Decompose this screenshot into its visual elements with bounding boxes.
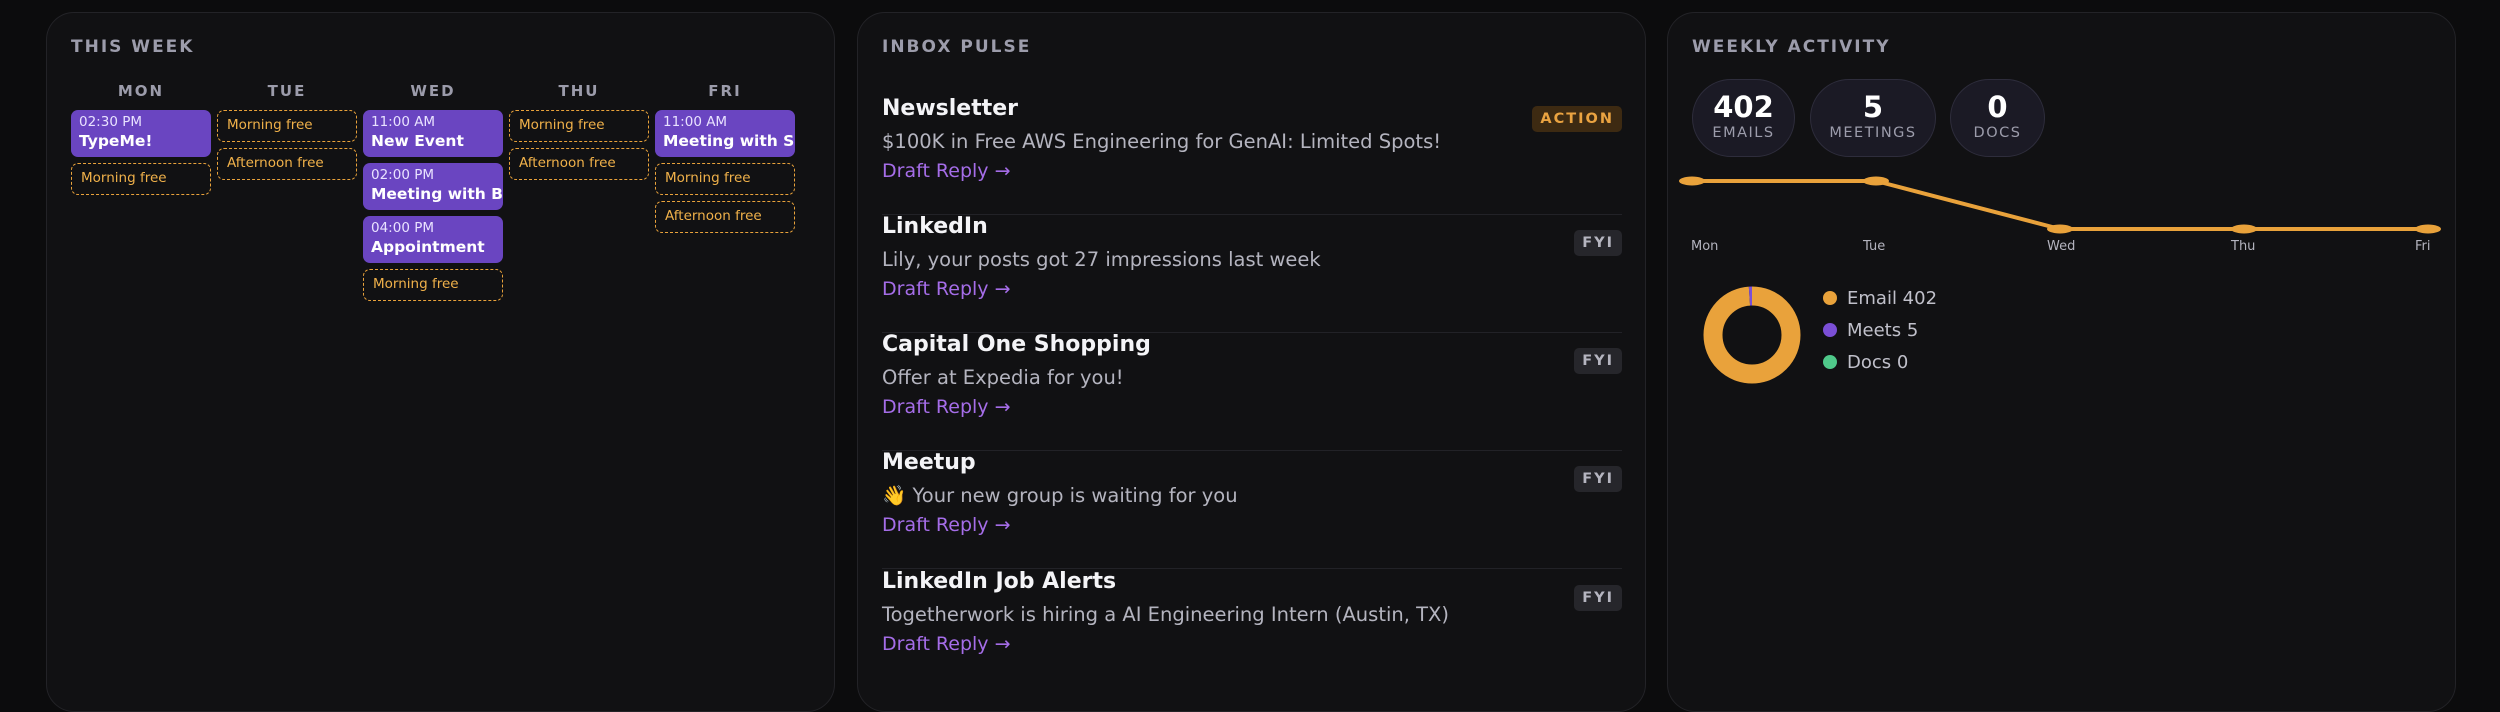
event-time: 02:30 PM [79,114,142,130]
legend-meets-dot [1823,323,1837,337]
draft-reply-link[interactable]: Draft Reply → [882,514,1011,536]
event-time: 11:00 AM [371,114,436,130]
day-column-fri: FRI 11:00 AM Meeting with Sasha Morning fre… [655,80,795,239]
email-subject: $100K in Free AWS Engineering for GenAI:… [882,130,1442,153]
day-column-thu: THU Morning free Afternoon free [509,80,649,186]
legend-meets-label: Meets 5 [1847,320,1919,341]
activity-donut-chart [1703,286,1801,384]
email-sender: LinkedIn [882,214,988,239]
email-item[interactable]: Newsletter $100K in Free AWS Engineering … [882,96,1622,215]
event-time: 02:00 PM [371,167,434,183]
email-subject: Lily, your posts got 27 impressions last… [882,248,1321,271]
day-header-tue: TUE [267,82,307,100]
calendar-event[interactable]: 02:30 PM TypeMe! [71,110,211,157]
this-week-panel: THIS WEEK MON 02:30 PM TypeMe! Morning free… [46,12,835,712]
draft-reply-link[interactable]: Draft Reply → [882,160,1011,182]
x-tick-label-mon: Mon [1691,239,1719,254]
email-tag-badge: FYI [1574,466,1622,492]
email-tag-badge: FYI [1574,348,1622,374]
day-header-thu: THU [558,82,600,100]
email-item[interactable]: LinkedIn Lily, your posts got 27 impressi… [882,214,1622,333]
weekly-line-chart [1679,176,2441,234]
free-slot[interactable]: Afternoon free [655,201,795,233]
activity-point-wed [2047,224,2073,234]
free-slot[interactable]: Morning free [217,110,357,142]
legend-email-label: Email 402 [1847,288,1938,309]
free-slot[interactable]: Morning free [509,110,649,142]
legend-docs-label: Docs 0 [1847,352,1909,373]
email-sender: Newsletter [882,96,1019,121]
email-item[interactable]: Capital One Shopping Offer at Expedia for… [882,332,1622,451]
calendar-event[interactable]: 11:00 AM Meeting with Sasha [655,110,795,157]
legend-email: Email 402 [1823,288,1937,309]
legend-email-dot [1823,291,1837,305]
legend-docs: Docs 0 [1823,352,1908,373]
x-tick-label-thu: Thu [2231,239,2256,254]
event-title: New Event [371,132,464,150]
email-subject: Togetherwork is hiring a AI Engineering … [882,603,1450,626]
free-slot[interactable]: Morning free [655,163,795,195]
draft-reply-link[interactable]: Draft Reply → [882,278,1011,300]
legend-docs-dot [1823,355,1837,369]
activity-point-mon [1679,176,1705,186]
email-sender: LinkedIn Job Alerts [882,569,1117,594]
event-time: 11:00 AM [663,114,728,130]
day-column-wed: WED 11:00 AM New Event 02:00 PM Meeting with… [363,80,503,307]
draft-reply-link[interactable]: Draft Reply → [882,633,1011,655]
event-title: Appointment [371,238,485,256]
legend-meets: Meets 5 [1823,320,1918,341]
event-time: 04:00 PM [371,220,434,236]
calendar-event[interactable]: 04:00 PM Appointment [363,216,503,263]
day-column-tue: TUE Morning free Afternoon free [217,80,357,186]
email-subject: Offer at Expedia for you! [882,366,1124,389]
free-slot[interactable]: Afternoon free [509,148,649,180]
email-item[interactable]: Meetup 👋 Your new group is waiting for yo… [882,450,1622,569]
event-title: Meeting with Bob [371,185,503,203]
free-slot[interactable]: Morning free [363,269,503,301]
x-tick-label-wed: Wed [2047,239,2076,254]
donut-slice-email [1703,286,1801,384]
weekly-activity-panel: WEEKLY ACTIVITY 402 EMAILS 5 MEETINGS 0 … [1667,12,2456,712]
day-column-mon: MON 02:30 PM TypeMe! Morning free [71,80,211,201]
calendar-event[interactable]: 11:00 AM New Event [363,110,503,157]
inbox-pulse-panel: INBOX PULSE Newsletter $100K in Free AWS … [857,12,1646,712]
activity-point-fri [2415,224,2441,234]
day-header-fri: FRI [708,82,742,100]
draft-reply-link[interactable]: Draft Reply → [882,396,1011,418]
free-slot[interactable]: Afternoon free [217,148,357,180]
x-tick-label-tue: Tue [1863,239,1886,254]
email-tag-badge: ACTION [1532,106,1622,132]
free-slot[interactable]: Morning free [71,163,211,195]
calendar-event[interactable]: 02:00 PM Meeting with Bob [363,163,503,210]
activity-point-thu [2231,224,2257,234]
email-sender: Meetup [882,450,976,475]
email-item[interactable]: LinkedIn Job Alerts Togetherwork is hirin… [882,569,1622,687]
event-title: Meeting with Sasha [663,132,795,150]
email-sender: Capital One Shopping [882,332,1151,357]
email-subject: 👋 Your new group is waiting for you [882,484,1238,507]
activity-point-tue [1863,176,1889,186]
x-tick-label-fri: Fri [2415,239,2431,254]
day-header-mon: MON [117,82,165,100]
this-week-title: THIS WEEK [71,37,195,57]
event-title: TypeMe! [79,132,153,150]
inbox-pulse-title: INBOX PULSE [882,37,1032,57]
day-header-wed: WED [410,82,456,100]
activity-line [1692,179,2428,231]
email-tag-badge: FYI [1574,585,1622,611]
email-tag-badge: FYI [1574,230,1622,256]
